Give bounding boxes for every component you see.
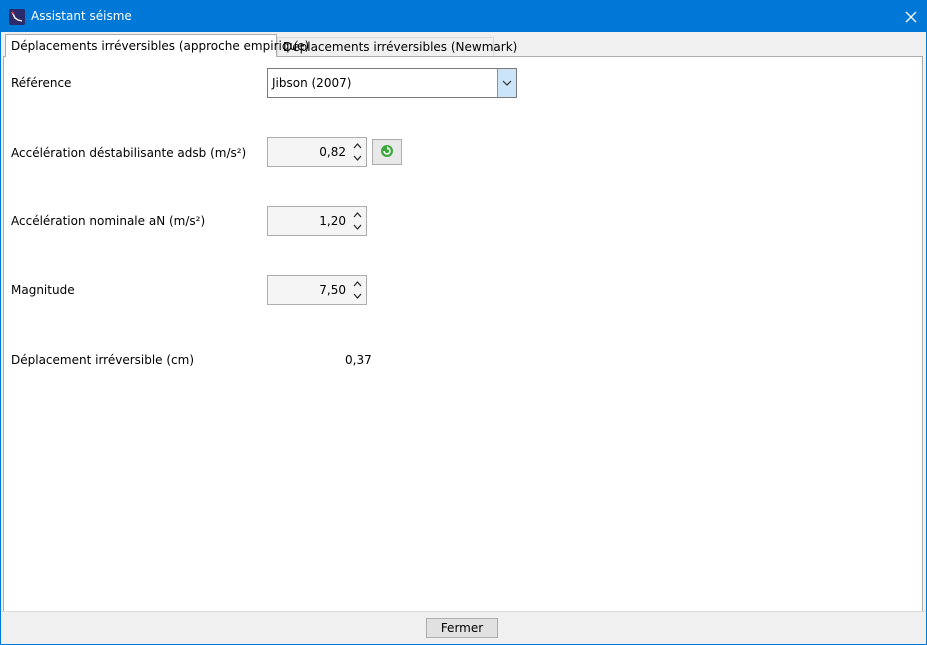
tab-panel: Référence Jibson (2007) Accélération dés… <box>3 56 923 612</box>
close-icon[interactable] <box>896 1 926 32</box>
tab-strip: Déplacements irréversibles (approche emp… <box>3 34 924 57</box>
chevron-up-icon[interactable] <box>350 209 364 221</box>
result-value: 0,37 <box>345 353 372 367</box>
refresh-icon <box>379 143 395 162</box>
tab-newmark[interactable]: Déplacements irréversibles (Newmark) <box>277 37 517 57</box>
title-bar[interactable]: Assistant séisme <box>1 1 926 32</box>
an-stepper[interactable]: 1,20 <box>267 206 367 236</box>
window-title: Assistant séisme <box>31 9 132 23</box>
adsb-label: Accélération déstabilisante adsb (m/s²) <box>11 146 247 160</box>
reference-label: Référence <box>11 76 72 90</box>
dialog-window: Assistant séisme Déplacements irréversib… <box>0 0 927 645</box>
magnitude-stepper[interactable]: 7,50 <box>267 275 367 305</box>
an-label: Accélération nominale aN (m/s²) <box>11 214 206 228</box>
magnitude-value: 7,50 <box>319 283 346 297</box>
reference-dropdown[interactable]: Jibson (2007) <box>267 68 517 98</box>
reference-selected: Jibson (2007) <box>272 76 352 90</box>
chevron-down-icon[interactable] <box>350 152 364 164</box>
an-value: 1,20 <box>319 214 346 228</box>
chevron-down-icon[interactable] <box>350 290 364 302</box>
chevron-down-icon[interactable] <box>350 221 364 233</box>
adsb-value: 0,82 <box>319 145 346 159</box>
chevron-up-icon[interactable] <box>350 140 364 152</box>
reset-button[interactable] <box>372 139 402 165</box>
adsb-stepper[interactable]: 0,82 <box>267 137 367 167</box>
result-label: Déplacement irréversible (cm) <box>11 353 195 367</box>
seismograph-icon <box>9 9 25 25</box>
chevron-up-icon[interactable] <box>350 278 364 290</box>
chevron-down-icon[interactable] <box>497 69 516 97</box>
tab-empirical[interactable]: Déplacements irréversibles (approche emp… <box>5 34 309 57</box>
dialog-footer: Fermer <box>1 611 926 644</box>
close-button[interactable]: Fermer <box>426 618 498 638</box>
magnitude-label: Magnitude <box>11 283 75 297</box>
